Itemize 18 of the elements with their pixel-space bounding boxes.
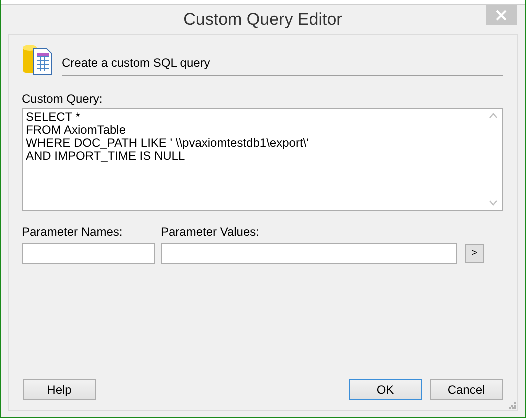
- database-table-icon: [22, 44, 54, 76]
- input-field[interactable]: [22, 243, 155, 264]
- dialog-button[interactable]: Help: [23, 379, 96, 400]
- close-icon: [496, 10, 507, 20]
- resize-grip-icon[interactable]: [509, 402, 516, 409]
- dialog-button[interactable]: OK: [349, 379, 422, 400]
- query-text-area[interactable]: SELECT * FROM AxiomTable WHERE DOC_PATH LIKE ' \\pvaxiomtestdb1\export\' AND IMPORT_TIME IS NULL: [22, 108, 503, 211]
- input-field[interactable]: [161, 243, 457, 264]
- close-button[interactable]: [486, 5, 517, 25]
- field-label: Parameter Names:: [22, 225, 124, 239]
- dialog-button[interactable]: Cancel: [430, 379, 503, 400]
- expand-button[interactable]: >: [465, 244, 484, 263]
- field-label: Parameter Values:: [161, 225, 260, 239]
- window-title: Custom Query Editor: [184, 8, 342, 31]
- scroll-up-icon[interactable]: [489, 113, 498, 119]
- header-text: Create a custom SQL query: [62, 56, 503, 76]
- field-label: Custom Query:: [22, 92, 104, 106]
- scroll-down-icon[interactable]: [489, 200, 498, 206]
